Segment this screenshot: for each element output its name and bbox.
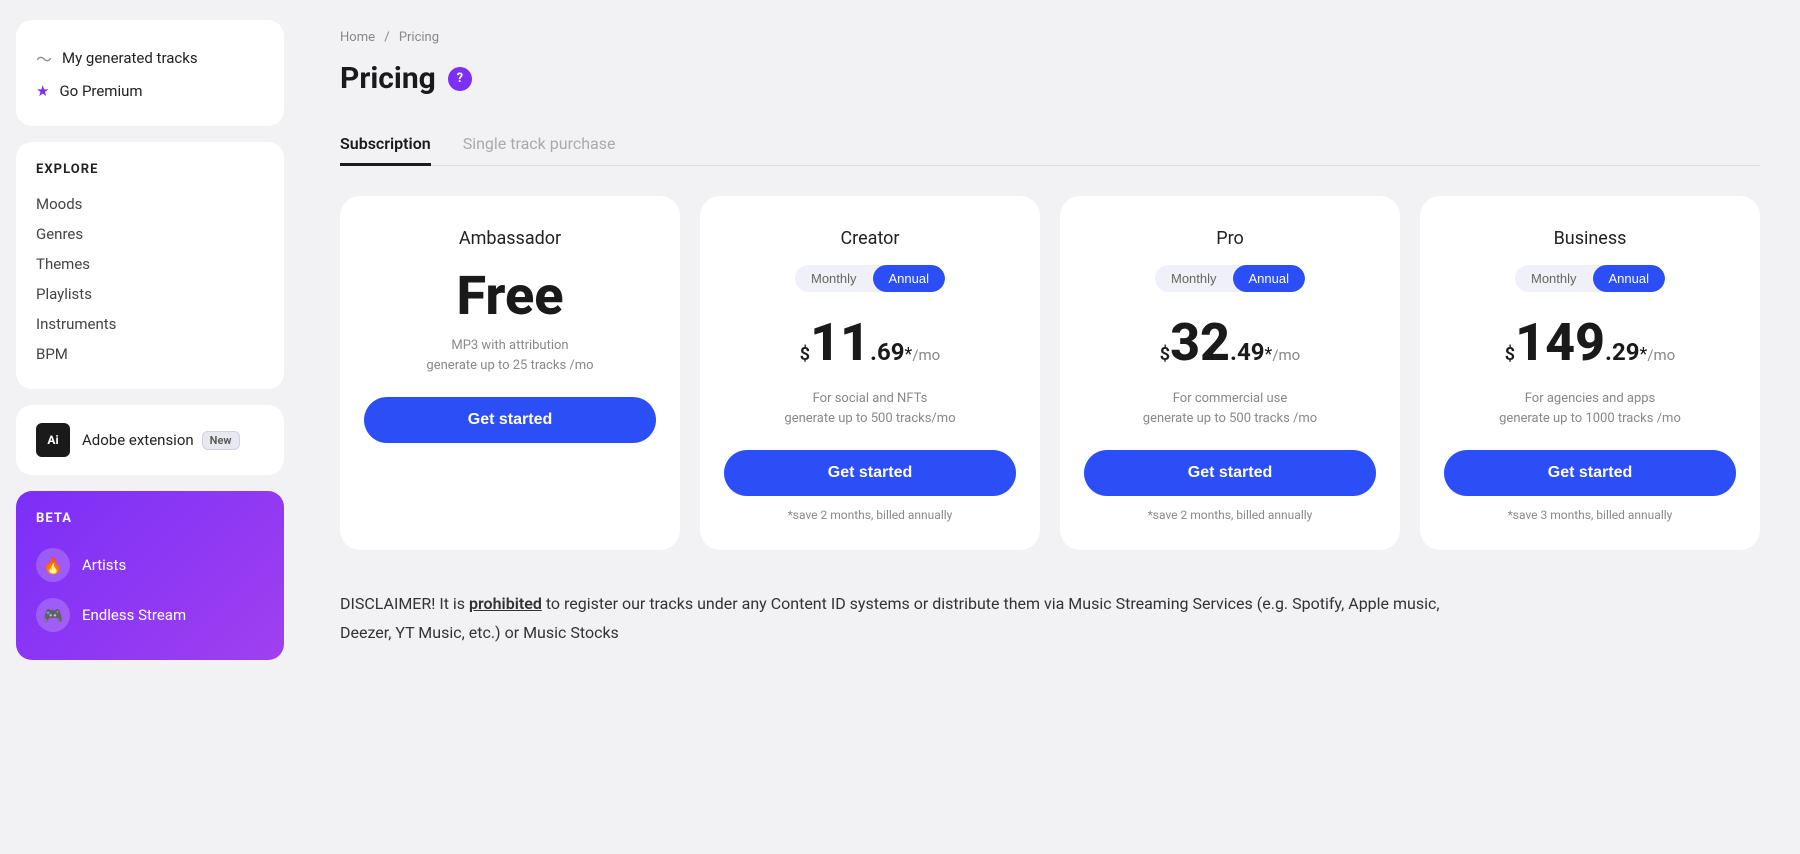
beta-card: BETA 🔥 Artists 🎮 Endless Stream xyxy=(16,491,284,660)
ambassador-name: Ambassador xyxy=(459,228,561,249)
breadcrumb-separator: / xyxy=(384,30,389,45)
pro-monthly-btn[interactable]: Monthly xyxy=(1155,265,1233,292)
endless-stream-label: Endless Stream xyxy=(82,606,186,624)
breadcrumb-current: Pricing xyxy=(399,30,439,45)
sidebar-item-moods[interactable]: Moods xyxy=(36,189,264,219)
sidebar-item-bpm[interactable]: BPM xyxy=(36,339,264,369)
ambassador-cta[interactable]: Get started xyxy=(364,397,656,443)
creator-monthly-btn[interactable]: Monthly xyxy=(795,265,873,292)
plan-business: Business Monthly Annual $ 149 .29 * /mo … xyxy=(1420,196,1760,551)
ambassador-price: Free xyxy=(456,265,563,328)
pro-save-note: *save 2 months, billed annually xyxy=(1148,508,1313,522)
breadcrumb: Home / Pricing xyxy=(340,30,1760,45)
business-name: Business xyxy=(1554,228,1627,249)
business-dollar: $ xyxy=(1505,344,1515,365)
pro-annual-btn[interactable]: Annual xyxy=(1233,265,1305,292)
breadcrumb-home[interactable]: Home xyxy=(340,30,375,45)
explore-title: EXPLORE xyxy=(36,162,264,177)
go-premium-label: Go Premium xyxy=(59,82,142,100)
help-icon[interactable]: ? xyxy=(448,67,472,91)
disclaimer-prefix: DISCLAIMER! It is xyxy=(340,594,469,613)
tab-single-track[interactable]: Single track purchase xyxy=(463,124,616,166)
beta-artists-item[interactable]: 🔥 Artists xyxy=(36,540,264,590)
artists-label: Artists xyxy=(82,556,126,574)
adobe-label: Adobe extension xyxy=(82,431,194,449)
beta-label: BETA xyxy=(36,511,264,526)
disclaimer: DISCLAIMER! It is prohibited to register… xyxy=(340,590,1440,648)
creator-mo: /mo xyxy=(912,346,940,364)
page-title: Pricing xyxy=(340,61,436,96)
pro-name: Pro xyxy=(1216,228,1244,249)
explore-card: EXPLORE Moods Genres Themes Playlists In… xyxy=(16,142,284,389)
creator-description: For social and NFTsgenerate up to 500 tr… xyxy=(784,389,955,431)
star-icon: ★ xyxy=(36,82,49,100)
page-title-row: Pricing ? xyxy=(340,61,1760,96)
go-premium-item[interactable]: ★ Go Premium xyxy=(36,76,264,106)
business-description: For agencies and appsgenerate up to 1000… xyxy=(1499,389,1681,431)
ambassador-description: MP3 with attributiongenerate up to 25 tr… xyxy=(426,336,593,378)
pro-billing-toggle: Monthly Annual xyxy=(1155,265,1305,292)
pro-decimal: .49 xyxy=(1230,338,1265,366)
main-content: Home / Pricing Pricing ? Subscription Si… xyxy=(300,0,1800,854)
fire-icon: 🔥 xyxy=(36,548,70,582)
creator-asterisk: * xyxy=(905,344,913,365)
business-decimal: .29 xyxy=(1605,338,1640,366)
business-mo: /mo xyxy=(1647,346,1675,364)
adobe-extension-card[interactable]: Ai Adobe extension New xyxy=(16,405,284,475)
plan-ambassador: Ambassador Free MP3 with attributiongene… xyxy=(340,196,680,551)
adobe-text: Adobe extension New xyxy=(82,431,240,450)
business-price-amount: $ 149 .29 * /mo xyxy=(1505,312,1675,381)
my-generated-tracks-item[interactable]: 〜 My generated tracks xyxy=(36,40,264,76)
creator-name: Creator xyxy=(840,228,899,249)
sidebar-item-playlists[interactable]: Playlists xyxy=(36,279,264,309)
plan-creator: Creator Monthly Annual $ 11 .69 * /mo Fo… xyxy=(700,196,1040,551)
pro-description: For commercial usegenerate up to 500 tra… xyxy=(1143,389,1317,431)
creator-price-amount: $ 11 .69 * /mo xyxy=(800,312,940,381)
sidebar-item-instruments[interactable]: Instruments xyxy=(36,309,264,339)
sidebar-item-themes[interactable]: Themes xyxy=(36,249,264,279)
creator-dollar: $ xyxy=(800,344,810,365)
pro-asterisk: * xyxy=(1265,344,1273,365)
pro-integer: 32 xyxy=(1170,312,1230,373)
sidebar-item-genres[interactable]: Genres xyxy=(36,219,264,249)
creator-decimal: .69 xyxy=(870,338,905,366)
pro-cta[interactable]: Get started xyxy=(1084,450,1376,496)
creator-save-note: *save 2 months, billed annually xyxy=(788,508,953,522)
generated-tracks-label: My generated tracks xyxy=(62,49,198,67)
top-nav-card: 〜 My generated tracks ★ Go Premium xyxy=(16,20,284,126)
business-billing-toggle: Monthly Annual xyxy=(1515,265,1665,292)
creator-cta[interactable]: Get started xyxy=(724,450,1016,496)
gamepad-icon: 🎮 xyxy=(36,598,70,632)
adobe-icon: Ai xyxy=(36,423,70,457)
beta-endless-stream-item[interactable]: 🎮 Endless Stream xyxy=(36,590,264,640)
sidebar: 〜 My generated tracks ★ Go Premium EXPLO… xyxy=(0,0,300,854)
business-save-note: *save 3 months, billed annually xyxy=(1508,508,1673,522)
business-asterisk: * xyxy=(1640,344,1648,365)
pro-dollar: $ xyxy=(1160,344,1170,365)
pricing-grid: Ambassador Free MP3 with attributiongene… xyxy=(340,196,1760,551)
plan-pro: Pro Monthly Annual $ 32 .49 * /mo For co… xyxy=(1060,196,1400,551)
creator-annual-btn[interactable]: Annual xyxy=(873,265,945,292)
new-badge: New xyxy=(202,431,240,450)
business-monthly-btn[interactable]: Monthly xyxy=(1515,265,1593,292)
creator-billing-toggle: Monthly Annual xyxy=(795,265,945,292)
business-annual-btn[interactable]: Annual xyxy=(1593,265,1665,292)
business-cta[interactable]: Get started xyxy=(1444,450,1736,496)
pro-mo: /mo xyxy=(1272,346,1300,364)
disclaimer-bold: prohibited xyxy=(469,594,542,613)
creator-integer: 11 xyxy=(810,312,870,373)
business-integer: 149 xyxy=(1515,312,1605,373)
pro-price-amount: $ 32 .49 * /mo xyxy=(1160,312,1300,381)
pricing-tabs: Subscription Single track purchase xyxy=(340,124,1760,166)
wave-icon: 〜 xyxy=(36,46,52,70)
tab-subscription[interactable]: Subscription xyxy=(340,124,431,166)
